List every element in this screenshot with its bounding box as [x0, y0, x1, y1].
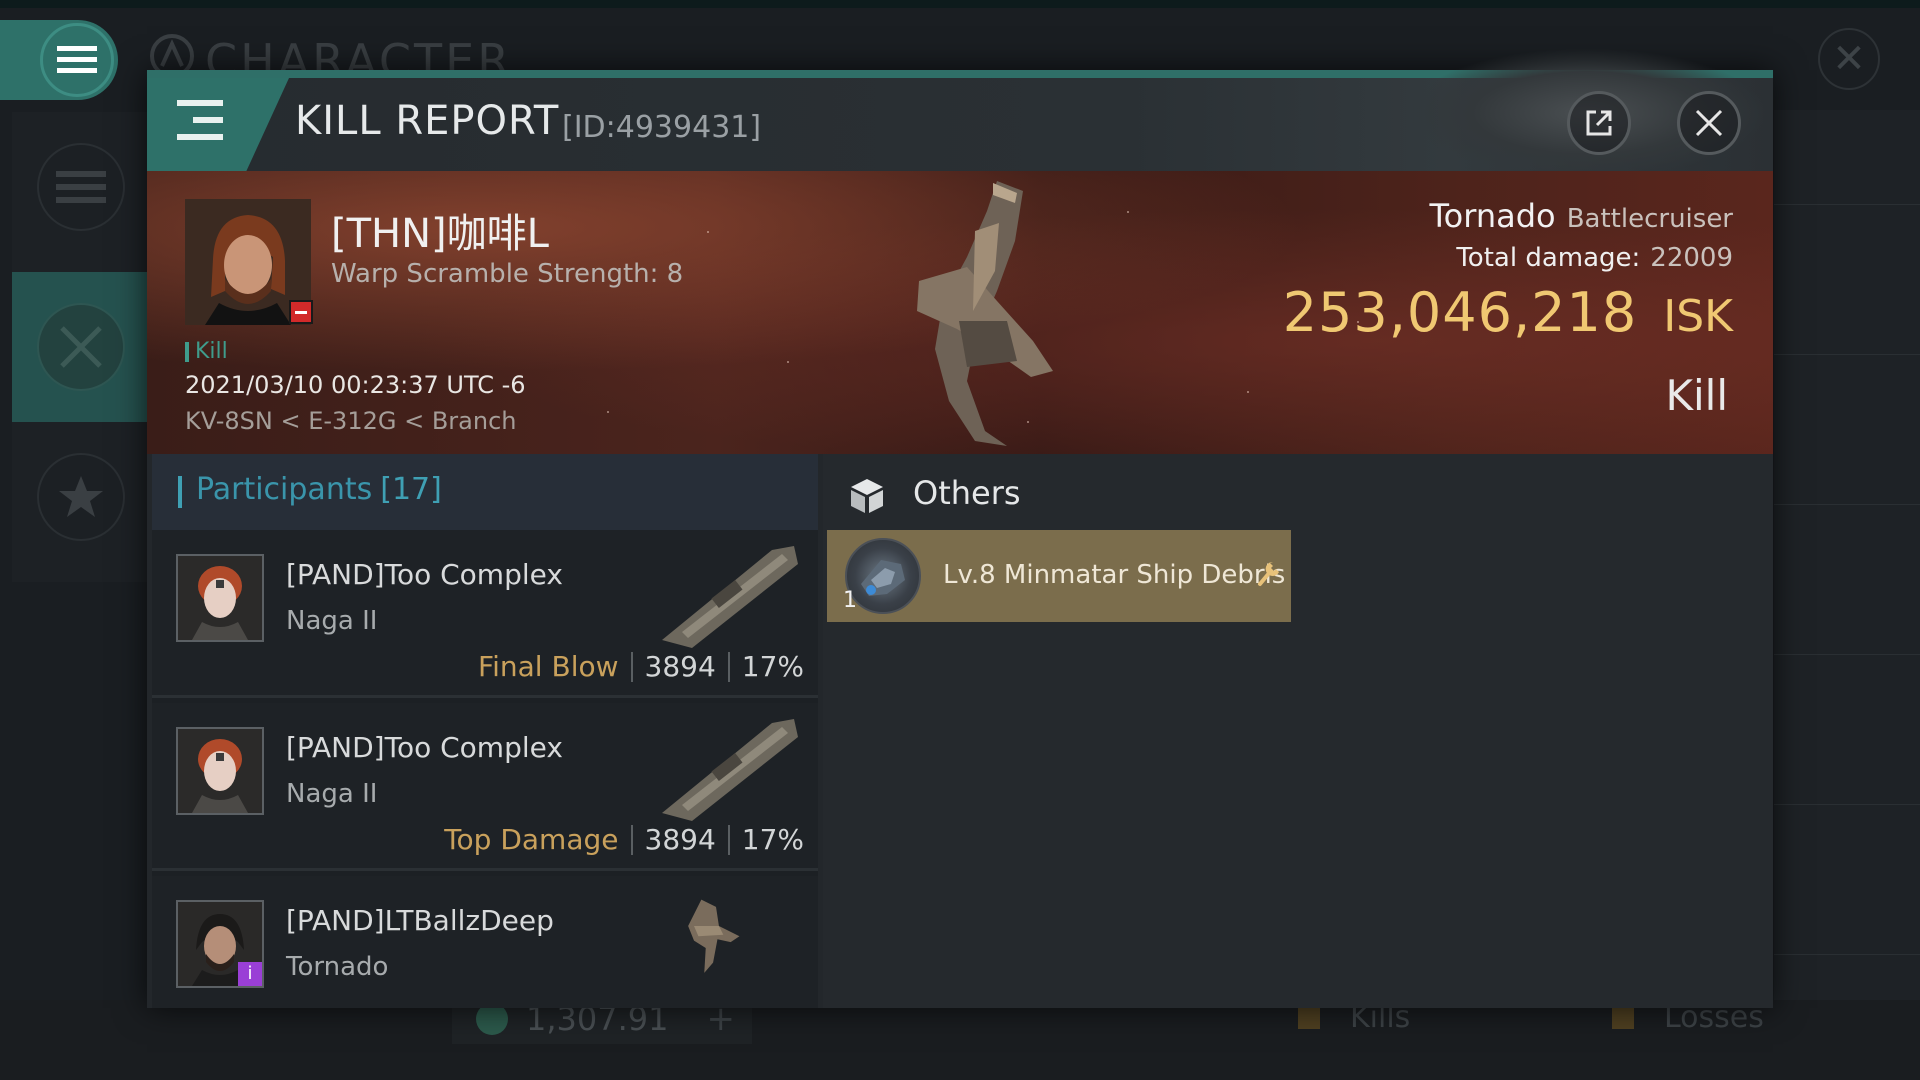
participants-count: [17]: [380, 472, 442, 507]
total-damage-value: 22009: [1650, 243, 1733, 273]
dialog-header: KILL REPORT [ID:4939431]: [147, 48, 1773, 178]
dialog-title: KILL REPORT: [295, 98, 560, 144]
participant-portrait[interactable]: [176, 727, 264, 815]
participant-percent: 17%: [741, 823, 804, 856]
kill-datetime: 2021/03/10 00:23:37 UTC -6: [185, 371, 526, 399]
item-name: Lv.8 Minmatar Ship Debris: [943, 560, 1286, 590]
dialog-menu-button[interactable]: [147, 78, 289, 171]
close-dialog-button[interactable]: [1677, 91, 1741, 155]
item-quantity: 1: [843, 588, 857, 613]
close-icon: [1695, 109, 1723, 137]
menu-icon: [177, 98, 223, 142]
participant-name[interactable]: [PAND]LTBallzDeep: [286, 904, 554, 937]
participants-panel: Participants [17] [PAND]Too Complex Naga …: [152, 454, 818, 1008]
participant-ship-image: [662, 546, 798, 648]
item-card[interactable]: 1 Lv.8 Minmatar Ship Debris: [827, 530, 1291, 622]
list-icon: [56, 171, 106, 203]
background-right-panel: [1774, 110, 1920, 1010]
kill-banner: [THN]咖啡L Warp Scramble Strength: 8 Kill …: [147, 171, 1773, 454]
hostile-standing-badge: [289, 300, 313, 324]
participant-name[interactable]: [PAND]Too Complex: [286, 731, 563, 764]
participants-header: Participants [17]: [152, 454, 818, 530]
cube-icon: [851, 479, 883, 513]
participant-ship-image: [688, 899, 740, 973]
report-id: [ID:4939431]: [562, 110, 762, 145]
victim-ship-image[interactable]: [847, 171, 1147, 454]
total-damage-label: Total damage:: [1456, 243, 1641, 273]
participant-damage: 3894: [644, 650, 716, 683]
participant-stats: Final Blow 3894 17%: [478, 650, 804, 683]
victim-ship: Tornado Battlecruiser: [1430, 197, 1733, 235]
total-damage: Total damage: 22009: [1456, 243, 1733, 273]
participant-portrait[interactable]: i: [176, 900, 264, 988]
sidebar-item-favorites[interactable]: [12, 422, 150, 572]
star-icon: [59, 476, 103, 517]
participant-ship-image: [662, 719, 798, 821]
wrench-icon: [1258, 561, 1279, 586]
background-close-button[interactable]: ✕: [1818, 28, 1880, 90]
participant-ship: Tornado: [286, 952, 389, 982]
sidebar-item-killmails[interactable]: [12, 272, 150, 422]
isk-unit: ISK: [1663, 291, 1733, 342]
background-menu-button[interactable]: [0, 20, 118, 100]
kill-location[interactable]: KV-8SN < E-312G < Branch: [185, 407, 517, 435]
victim-name[interactable]: [THN]咖啡L: [331, 201, 549, 259]
kill-tag: Kill: [185, 339, 228, 364]
sidebar-item-list[interactable]: [12, 112, 150, 262]
others-title: Others: [913, 474, 1021, 512]
final-blow-tag: Final Blow: [478, 650, 619, 683]
participant-row[interactable]: i [PAND]LTBallzDeep Tornado: [152, 876, 818, 1008]
isk-value: 253,046,218 ISK: [1283, 281, 1733, 344]
participants-title: Participants: [196, 472, 373, 507]
victim-ship-name[interactable]: Tornado: [1430, 197, 1556, 235]
participant-ship: Naga II: [286, 606, 378, 636]
warp-scramble-strength: Warp Scramble Strength: 8: [331, 259, 684, 289]
participant-row[interactable]: [PAND]Too Complex Naga II Top Damage 389…: [152, 703, 818, 871]
participant-damage: 3894: [644, 823, 716, 856]
menu-icon: [40, 23, 114, 97]
kill-tag-label: Kill: [195, 339, 228, 364]
participant-portrait[interactable]: [176, 554, 264, 642]
participant-percent: 17%: [741, 650, 804, 683]
kill-report-dialog: KILL REPORT [ID:4939431] [THN]咖啡L Warp S…: [147, 48, 1773, 1008]
share-button[interactable]: [1567, 91, 1631, 155]
participant-ship: Naga II: [286, 779, 378, 809]
others-panel: Others 1 Lv.8 Minmatar Ship Debris: [823, 454, 1773, 1008]
info-badge: i: [238, 962, 262, 986]
participant-stats: Top Damage 3894 17%: [444, 823, 804, 856]
victim-ship-class: Battlecruiser: [1566, 204, 1733, 234]
isk-amount: 253,046,218: [1282, 281, 1638, 344]
external-link-icon: [1586, 110, 1612, 136]
participant-name[interactable]: [PAND]Too Complex: [286, 558, 563, 591]
close-icon: ✕: [1832, 36, 1866, 82]
kill-type: Kill: [1665, 371, 1728, 420]
crossed-swords-icon: [60, 326, 102, 368]
top-damage-tag: Top Damage: [444, 823, 619, 856]
background-top-strip: [0, 0, 1920, 8]
participant-row[interactable]: [PAND]Too Complex Naga II Final Blow 389…: [152, 530, 818, 698]
background-sidebar: [12, 112, 150, 582]
